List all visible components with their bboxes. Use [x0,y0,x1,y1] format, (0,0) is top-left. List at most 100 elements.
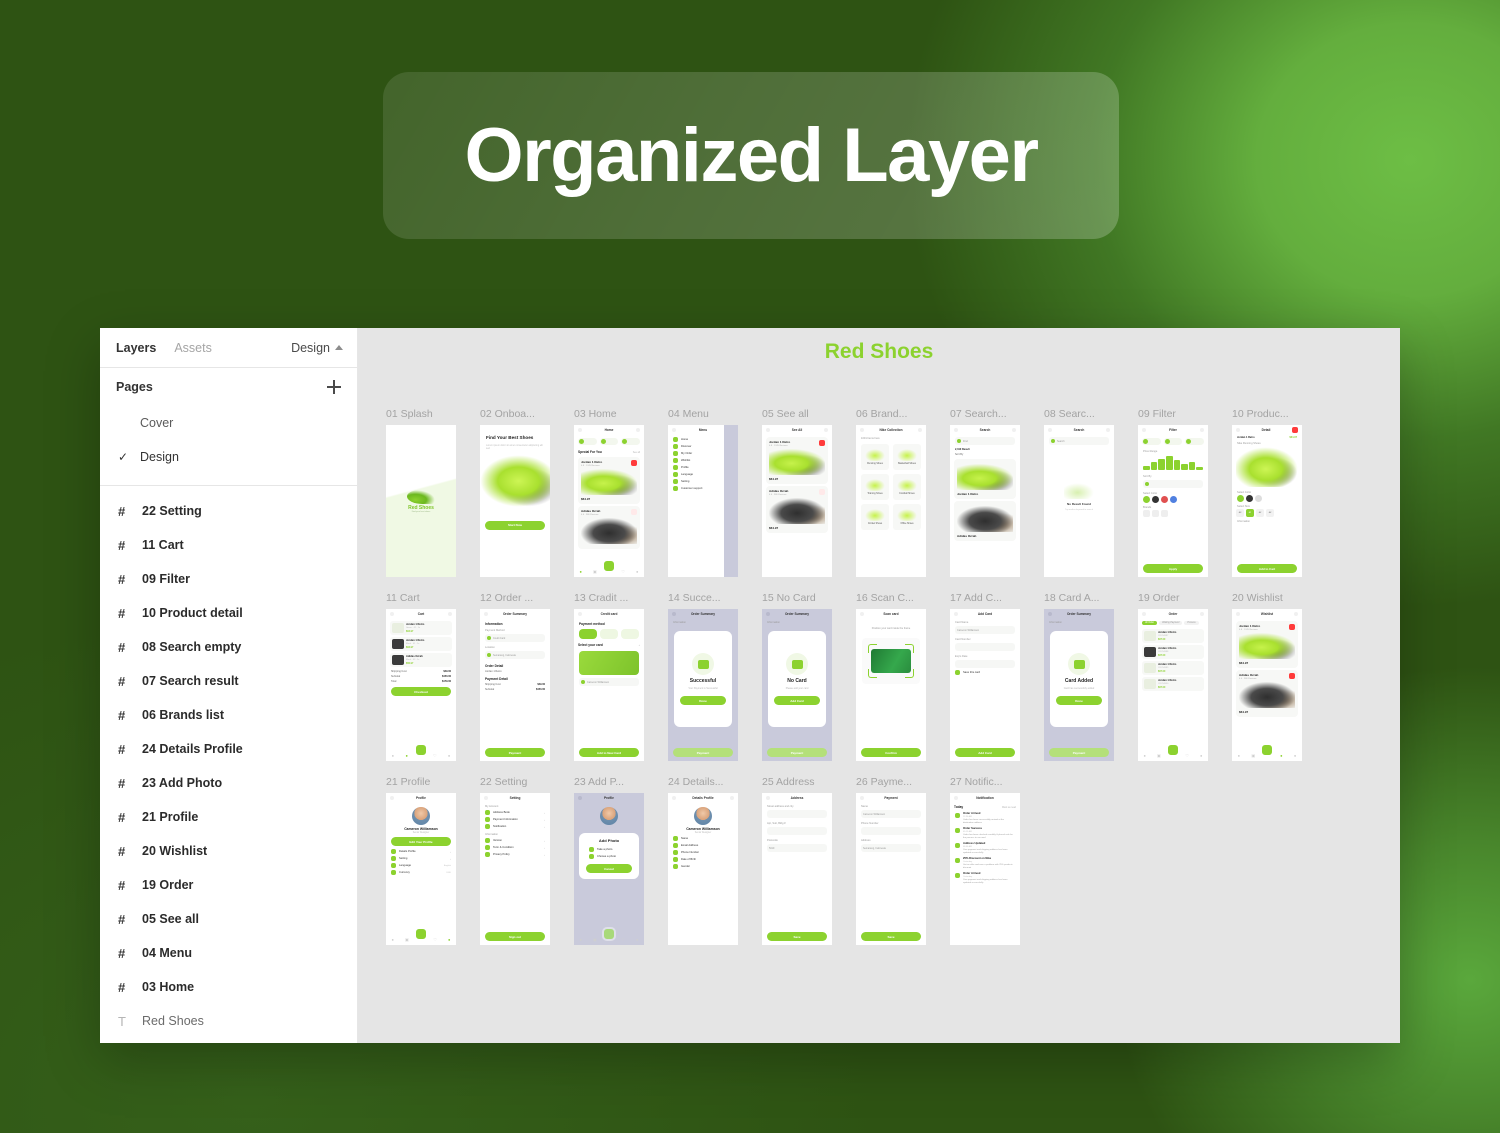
location-select[interactable]: Semarang, Indonesia [485,651,545,659]
screen-thumbnail[interactable]: Notification Today Mark as read Order Ar… [950,793,1020,945]
profile-menu-item[interactable]: Details Profile › [391,849,451,854]
layers-list[interactable]: #22 Setting #11 Cart #09 Filter #10 Prod… [100,486,357,1043]
brand-cell[interactable]: Football Shoes [893,474,921,500]
frame-09-filter[interactable]: 09 Filter Filter Price Range Sort By Sel… [1138,408,1208,577]
payment-button[interactable]: Payment [1049,748,1109,757]
cart-fab-button[interactable] [1166,743,1180,757]
layer-row[interactable]: #09 Filter [100,562,357,596]
frame-14-successful[interactable]: 14 Succe... Order Summary Information Su… [668,592,738,761]
swatch-green[interactable] [1143,496,1150,503]
page-item-design[interactable]: ✓ Design [100,440,357,474]
frame-label[interactable]: 08 Searc... [1044,408,1114,420]
bottom-nav[interactable]: ● ▣ ● ♡ ● [386,927,456,945]
cart-fab-button[interactable] [414,927,428,941]
product-card[interactable]: Jordan 1 Retro [954,459,1016,499]
add-new-card-button[interactable]: Add to New Card [579,748,639,757]
brand-thumb-icon[interactable] [1161,510,1168,517]
heart-icon[interactable] [819,489,825,495]
nav-wishlist-icon[interactable]: ♡ [1185,753,1189,758]
product-card[interactable]: Jordan 1 Retro 4.8 · 1245 Reviews $64.97 [578,457,640,504]
search-input[interactable]: Search [1049,437,1109,445]
order-item[interactable]: Jordan 1 Retro #11254989 $67.00 [1142,661,1204,675]
screen-thumbnail[interactable]: See All Jordan 1 Retro 4.8 · 1245 Review… [762,425,832,577]
screen-thumbnail[interactable]: Order Summary Information Payment Method… [480,609,550,761]
frame-label[interactable]: 23 Add P... [574,776,644,788]
size-option[interactable]: 42 [1256,509,1264,517]
setting-item[interactable]: Address Book › [485,810,545,815]
see-all-link[interactable]: See all [633,451,640,454]
mark-all-read-link[interactable]: Mark as read [1002,806,1016,809]
search-input[interactable]: Find [955,437,1015,445]
cart-item[interactable]: Jordan 1 Retro Black · 41 · 1x $64.97 [390,637,452,651]
brand-cell[interactable]: Training Shoes [861,474,889,500]
product-card[interactable]: Adidas Ozrah 4.6 · 980 Reviews $64.97 [1236,670,1298,717]
avatar[interactable] [600,807,618,825]
nav-wishlist-icon[interactable]: ♡ [433,753,437,758]
screen-thumbnail[interactable]: Payment Name Cameron Williamson Phone Nu… [856,793,926,945]
notification-item[interactable]: Order Arrived Yesterday Your payment and s… [955,872,1015,885]
frame-label[interactable]: 13 Cradit ... [574,592,644,604]
search-icon[interactable] [448,612,452,616]
checkout-button[interactable]: Checkout [391,687,451,696]
frame-25-address[interactable]: 25 Address Address Street address and ci… [762,776,832,945]
nav-home-icon[interactable]: ● [392,937,394,942]
brand-thumb-icon[interactable] [1152,510,1159,517]
frame-label[interactable]: 11 Cart [386,592,456,604]
swatch-blue[interactable] [1170,496,1177,503]
screen-thumbnail[interactable]: Wishlist Jordan 1 Retro 4.8 · 1245 Revie… [1232,609,1302,761]
heart-icon[interactable] [819,440,825,446]
menu-item[interactable]: My Order [673,451,733,456]
screen-thumbnail[interactable]: Setting My Account Address Book › Payment… [480,793,550,945]
frame-label[interactable]: 22 Setting [480,776,550,788]
notification-item[interactable]: 25% Discount on Nike Yesterday Get an offe… [955,857,1015,870]
menu-item[interactable]: Home [673,437,733,442]
detail-field[interactable]: Date of Birth [673,857,733,862]
nav-home-icon[interactable]: ● [1238,753,1240,758]
chip-puma[interactable] [1163,438,1183,445]
screen-thumbnail[interactable]: Cart Jordan 1 Retro Green · 42 · 1x $64.97… [386,609,456,761]
nav-home-icon[interactable]: ● [1144,753,1146,758]
nav-wishlist-icon[interactable]: ♡ [621,937,625,942]
layer-row[interactable]: #24 Details Profile [100,732,357,766]
cancel-button[interactable]: Cancel [586,864,632,873]
nav-home-icon[interactable]: ● [392,753,394,758]
nav-wishlist-icon[interactable]: ♡ [621,569,625,574]
layer-row[interactable]: #20 Wishlist [100,834,357,868]
nav-profile-icon[interactable]: ● [636,937,638,942]
layer-row[interactable]: #06 Brands list [100,698,357,732]
swatch-green[interactable] [1237,495,1244,502]
cart-item[interactable]: Jordan 1 Retro Green · 42 · 1x $64.97 [390,621,452,635]
edit-icon[interactable] [730,796,734,800]
frame-24-details-profile[interactable]: 24 Details... Details Profile Cameron Wi… [668,776,738,945]
search-icon[interactable] [636,428,640,432]
cart-item[interactable]: Adidas Ozrah Black · 43 · 1x $56.97 [390,653,452,667]
bottom-nav[interactable]: ● ▣ ● ♡ ● [574,559,644,577]
frame-label[interactable]: 04 Menu [668,408,738,420]
done-button[interactable]: Done [680,696,726,705]
frame-label[interactable]: 15 No Card [762,592,832,604]
chip-nike[interactable] [1142,438,1161,445]
cart-fab-button[interactable] [602,927,616,941]
screen-thumbnail[interactable]: Home Special For You See all Jordan 1 Re… [574,425,644,577]
reset-icon[interactable] [1200,428,1204,432]
nav-profile-icon[interactable]: ● [448,937,450,942]
notification-icon[interactable] [1200,612,1204,616]
product-card[interactable]: Adidas Ozrah 4.6 · 980 Reviews $64.97 [766,486,828,533]
nav-profile-icon[interactable]: ● [448,753,450,758]
bottom-nav[interactable]: ● ● ● ♡ ● [386,743,456,761]
brand-thumb-icon[interactable] [1143,510,1150,517]
avatar[interactable] [412,807,430,825]
nav-bag-icon[interactable]: ▣ [593,569,597,574]
brand-cell[interactable]: Cricket Shoes [861,504,889,530]
product-card[interactable]: Adidas Ozrah [954,501,1016,541]
profile-menu-item[interactable]: Language English [391,863,451,868]
menu-item[interactable]: Setting [673,479,733,484]
menu-item[interactable]: Customer support [673,486,733,491]
layer-row[interactable]: #23 Add Photo [100,766,357,800]
order-item[interactable]: Jordan 1 Retro #11254990 $67.00 [1142,677,1204,691]
apply-button[interactable]: Apply [1143,564,1203,573]
profile-menu-item[interactable]: Setting › [391,856,451,861]
frame-20-wishlist[interactable]: 20 Wishlist Wishlist Jordan 1 Retro 4.8 … [1232,592,1302,761]
sort-row[interactable]: Sort By [950,452,1020,457]
swatch-white[interactable] [1255,495,1262,502]
